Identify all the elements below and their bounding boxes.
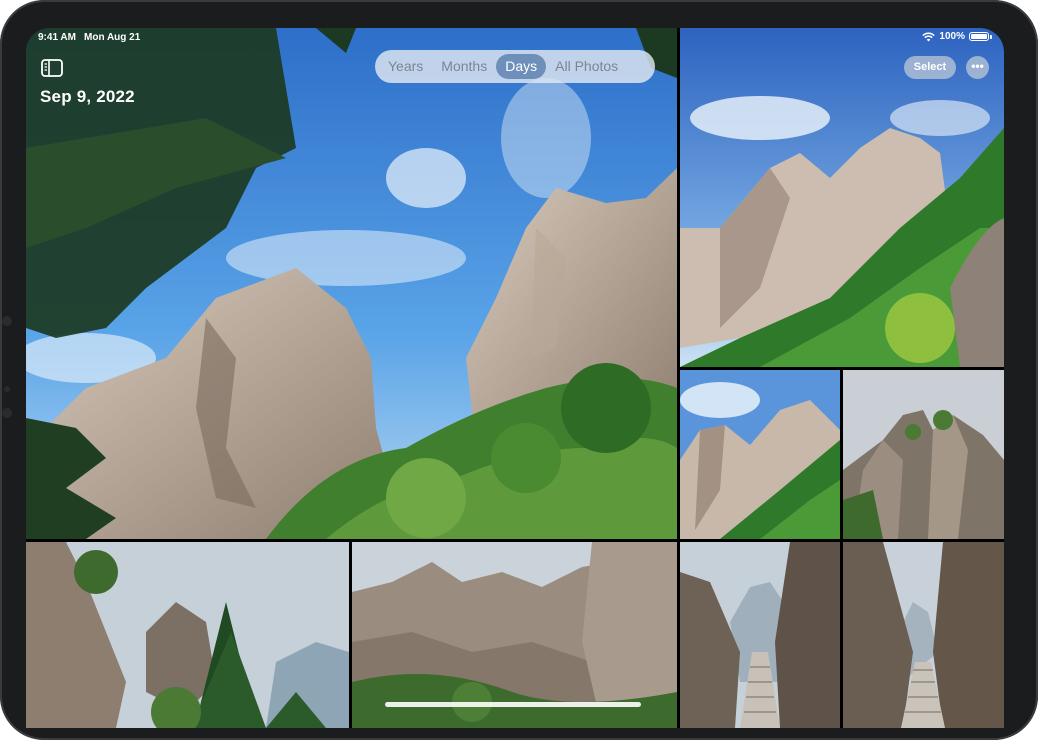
sidebar-toggle-icon[interactable]: [41, 59, 63, 77]
side-dot: [2, 408, 12, 418]
status-time: 9:41 AM: [38, 32, 76, 43]
segment-days[interactable]: Days: [496, 54, 547, 79]
battery-cap: [990, 34, 992, 39]
page-title: Sep 9, 2022: [40, 87, 135, 106]
status-date: Mon Aug 21: [84, 32, 141, 43]
wifi-icon: [922, 31, 936, 41]
photo-tile-rock-formation[interactable]: [843, 370, 1004, 539]
photo-tile-small-peak[interactable]: [680, 370, 840, 539]
photos-screen: 9:41 AM Mon Aug 21 100% Sep 9, 2022 Year…: [26, 28, 1004, 728]
photo-tile-stone-stairs-1[interactable]: [680, 542, 840, 728]
front-camera: [2, 316, 12, 326]
more-options-button[interactable]: •••: [966, 56, 989, 79]
view-segmented-control: Years Months Days All Photos: [375, 50, 655, 83]
select-button[interactable]: Select: [904, 56, 956, 79]
photo-tile-pine-cliff[interactable]: [26, 542, 349, 728]
segment-months[interactable]: Months: [432, 54, 496, 79]
battery-percent: 100%: [939, 31, 965, 42]
sensor-dot: [4, 386, 10, 392]
battery-icon: [969, 32, 989, 41]
segment-all-photos[interactable]: All Photos: [546, 54, 627, 79]
segment-years[interactable]: Years: [379, 54, 432, 79]
photo-tile-rocky-valley[interactable]: [352, 542, 677, 728]
photo-tile-green-slope[interactable]: [680, 28, 1004, 367]
home-indicator[interactable]: [385, 702, 641, 707]
photo-tile-stone-stairs-2[interactable]: [843, 542, 1004, 728]
status-right: 100%: [922, 31, 992, 42]
status-bar: 9:41 AM Mon Aug 21 100%: [26, 28, 1004, 48]
